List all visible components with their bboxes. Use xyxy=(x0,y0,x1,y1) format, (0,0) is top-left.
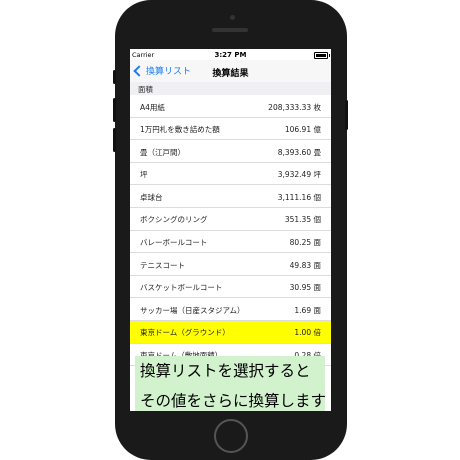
list-item[interactable]: 坪 3,932.49 坪 xyxy=(130,162,331,186)
list-item-value: 80.25 面 xyxy=(289,238,321,248)
volume-up-button xyxy=(113,98,116,122)
home-button[interactable] xyxy=(214,419,248,453)
page-title: 換算結果 xyxy=(212,69,249,79)
list-item-label: バスケットボールコート xyxy=(140,283,223,293)
phone-screen: Carrier 3:27 PM 換算リスト 換算結果 面積 A4用紙 208,33… xyxy=(130,49,331,411)
list-item-value: 1.69 面 xyxy=(294,305,321,315)
list-item[interactable]: バレーボールコート 80.25 面 xyxy=(130,230,331,254)
battery-icon xyxy=(314,52,330,59)
earpiece-speaker xyxy=(212,28,248,32)
list-item-value: 351.35 個 xyxy=(284,215,321,225)
list-item-label: サッカー場（日産スタジアム） xyxy=(140,305,245,315)
list-item-value: 208,333.33 枚 xyxy=(268,102,321,112)
list-item-label: 畳（江戸間） xyxy=(140,147,185,157)
caption-line-2: その値をさらに換算します xyxy=(140,392,327,410)
list-item-value: 8,393.60 畳 xyxy=(277,147,321,157)
caption-overlay: 換算リストを選択すると その値をさらに換算します xyxy=(135,356,327,411)
volume-down-button xyxy=(113,128,116,152)
result-list: A4用紙 208,333.33 枚 1万円札を敷き詰めた額 106.91 億畳（江戸間… xyxy=(130,95,331,367)
navigation-bar: 換算リスト 換算結果 xyxy=(130,60,331,83)
list-item[interactable]: 東京ドーム（グラウンド） 1.00 倍 xyxy=(130,320,331,344)
status-bar: Carrier 3:27 PM xyxy=(130,49,331,60)
list-item-value: 3,932.49 坪 xyxy=(277,170,321,180)
power-button xyxy=(345,100,348,130)
list-item[interactable]: 1万円札を敷き詰めた額 106.91 億 xyxy=(130,117,331,141)
front-camera xyxy=(230,15,235,20)
list-item-label: テニスコート xyxy=(140,260,185,270)
list-item[interactable]: 畳（江戸間） 8,393.60 畳 xyxy=(130,140,331,163)
mute-switch xyxy=(113,70,116,84)
list-item-label: 東京ドーム（グラウンド） xyxy=(140,328,230,338)
list-item-label: 坪 xyxy=(140,170,148,180)
list-item-label: 1万円札を敷き詰めた額 xyxy=(140,125,220,135)
section-header: 面積 xyxy=(130,82,331,95)
list-item-value: 1.00 倍 xyxy=(294,328,321,338)
clock: 3:27 PM xyxy=(214,50,247,59)
list-item[interactable]: ボクシングのリング 351.35 個 xyxy=(130,207,331,231)
list-item[interactable]: バスケットボールコート 30.95 面 xyxy=(130,275,331,299)
list-item[interactable]: テニスコート 49.83 面 xyxy=(130,253,331,276)
caption-line-1: 換算リストを選択すると xyxy=(140,362,311,380)
section-header-label: 面積 xyxy=(138,85,153,94)
list-item[interactable]: 卓球台 3,111.16 個 xyxy=(130,185,331,208)
list-item-value: 49.83 面 xyxy=(289,260,321,270)
list-item-label: A4用紙 xyxy=(140,102,165,112)
list-item-label: ボクシングのリング xyxy=(140,215,208,225)
list-item[interactable]: サッカー場（日産スタジアム） 1.69 面 xyxy=(130,298,331,321)
list-item-value: 3,111.16 個 xyxy=(277,192,321,202)
list-item-value: 106.91 億 xyxy=(284,125,321,135)
list-item-label: バレーボールコート xyxy=(140,238,208,248)
list-item-value: 30.95 面 xyxy=(289,283,321,293)
list-item-label: 卓球台 xyxy=(140,192,163,202)
list-item[interactable]: A4用紙 208,333.33 枚 xyxy=(130,95,331,118)
